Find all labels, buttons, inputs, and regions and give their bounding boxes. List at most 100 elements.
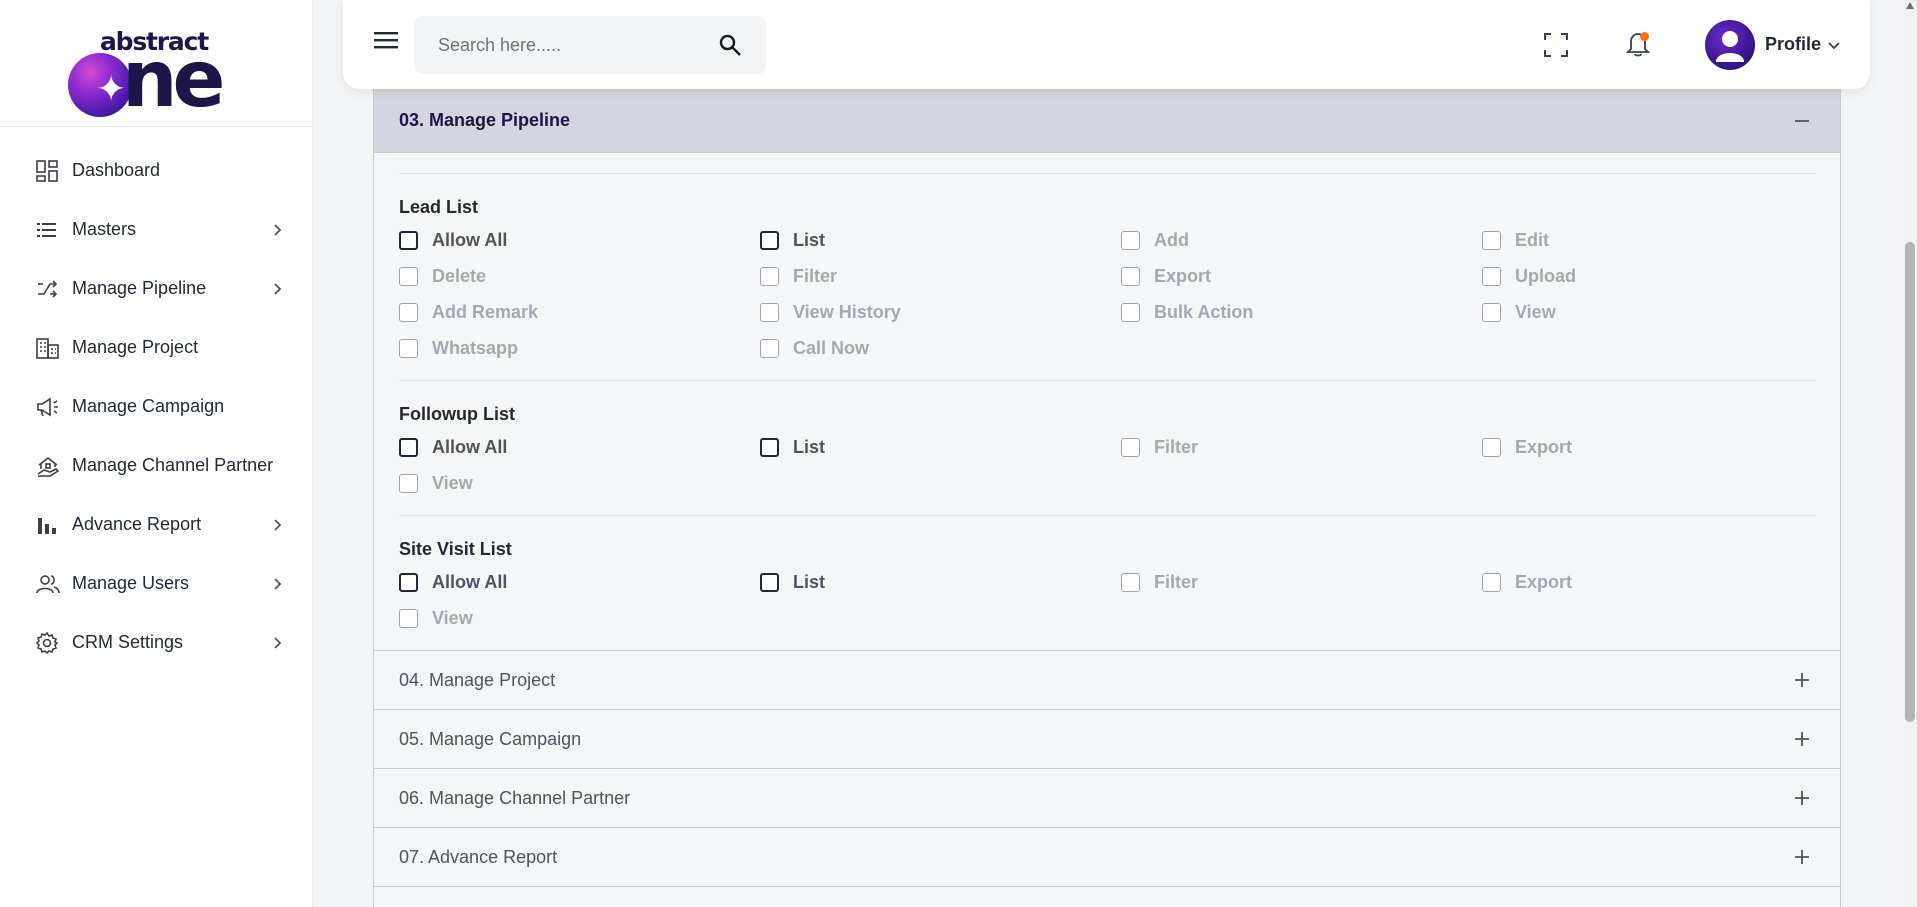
checkbox-export[interactable]: Export [1482, 429, 1815, 465]
logo-area: abstract ✦ ne [0, 0, 312, 127]
checkbox-view[interactable]: View [399, 465, 760, 501]
checkbox-box[interactable] [399, 437, 418, 457]
sidebar-item-dashboard[interactable]: Dashboard [0, 141, 312, 200]
sidebar-item-manage-channel-partner[interactable]: Manage Channel Partner [0, 436, 312, 495]
checkbox-box[interactable] [1482, 437, 1501, 457]
scroll-up-arrow-icon[interactable] [1906, 2, 1914, 9]
checkbox-box[interactable] [399, 572, 418, 592]
plus-icon[interactable] [1794, 790, 1810, 806]
checkbox-label: List [793, 229, 826, 250]
checkbox-allow-all[interactable]: Allow All [399, 222, 760, 258]
sidebar-item-advance-report[interactable]: Advance Report [0, 495, 312, 554]
sidebar-item-manage-project[interactable]: Manage Project [0, 318, 312, 377]
checkbox-box[interactable] [1121, 572, 1140, 592]
fullscreen-icon[interactable] [1543, 32, 1569, 58]
sidebar-item-manage-campaign[interactable]: Manage Campaign [0, 377, 312, 436]
accordion-header-next[interactable] [374, 886, 1840, 907]
brand-logo[interactable]: abstract ✦ ne [56, 13, 256, 119]
checkbox-box[interactable] [1121, 230, 1140, 250]
checkbox-label: View [432, 607, 473, 628]
checkbox-filter[interactable]: Filter [760, 258, 1121, 294]
gear-icon [36, 631, 64, 655]
checkbox-box[interactable] [399, 266, 418, 286]
scrollbar-thumb[interactable] [1905, 242, 1915, 722]
bar-chart-icon [36, 513, 64, 537]
checkbox-list[interactable]: List [760, 222, 1121, 258]
chevron-right-icon [274, 282, 282, 295]
checkbox-filter[interactable]: Filter [1121, 429, 1482, 465]
accordion-title: 07. Advance Report [399, 846, 558, 867]
top-header: Profile [343, 0, 1870, 89]
checkbox-box[interactable] [760, 437, 779, 457]
checkbox-box[interactable] [399, 230, 418, 250]
checkbox-whatsapp[interactable]: Whatsapp [399, 330, 760, 366]
profile-dropdown[interactable]: Profile [1765, 34, 1841, 55]
checkbox-upload[interactable]: Upload [1482, 258, 1815, 294]
checkbox-box[interactable] [760, 302, 779, 322]
section-followup-list: Followup List Allow All List Filter Expo… [399, 380, 1815, 501]
minus-icon[interactable] [1794, 113, 1810, 129]
checkbox-bulk-action[interactable]: Bulk Action [1121, 294, 1482, 330]
chevron-right-icon [274, 518, 282, 531]
checkbox-export[interactable]: Export [1121, 258, 1482, 294]
checkbox-view-history[interactable]: View History [760, 294, 1121, 330]
checkbox-box[interactable] [1482, 266, 1501, 286]
hamburger-menu-icon[interactable] [373, 28, 399, 52]
checkbox-box[interactable] [1482, 230, 1501, 250]
avatar[interactable] [1705, 20, 1755, 70]
checkbox-filter[interactable]: Filter [1121, 564, 1482, 600]
checkbox-list[interactable]: List [760, 564, 1121, 600]
checkbox-label: Add [1154, 229, 1189, 250]
checkbox-box[interactable] [1482, 572, 1501, 592]
checkbox-box[interactable] [1482, 302, 1501, 322]
section-title: Lead List [399, 197, 479, 217]
accordion-header-manage-channel-partner[interactable]: 06. Manage Channel Partner [374, 768, 1840, 827]
checkbox-call-now[interactable]: Call Now [760, 330, 1121, 366]
checkbox-label: Filter [1154, 571, 1199, 592]
checkbox-box[interactable] [760, 338, 779, 358]
accordion-header-advance-report[interactable]: 07. Advance Report [374, 827, 1840, 886]
search-icon[interactable] [718, 33, 742, 57]
checkbox-add[interactable]: Add [1121, 222, 1482, 258]
accordion-header-manage-pipeline[interactable]: 03. Manage Pipeline [374, 89, 1840, 153]
checkbox-allow-all[interactable]: Allow All [399, 564, 760, 600]
checkbox-label: Allow All [432, 229, 508, 250]
checkbox-list[interactable]: List [760, 429, 1121, 465]
sidebar-nav: Dashboard Masters Manage Pipeline Manage… [0, 127, 312, 672]
sidebar-item-label: Manage Project [72, 337, 199, 357]
checkbox-export[interactable]: Export [1482, 564, 1815, 600]
plus-icon[interactable] [1794, 849, 1810, 865]
sidebar-item-crm-settings[interactable]: CRM Settings [0, 613, 312, 672]
checkbox-box[interactable] [760, 572, 779, 592]
checkbox-box[interactable] [760, 230, 779, 250]
checkbox-delete[interactable]: Delete [399, 258, 760, 294]
accordion-title: 06. Manage Channel Partner [399, 787, 631, 808]
checkbox-allow-all[interactable]: Allow All [399, 429, 760, 465]
plus-icon[interactable] [1794, 672, 1810, 688]
checkbox-box[interactable] [399, 473, 418, 493]
page-scrollbar[interactable] [1903, 0, 1917, 907]
checkbox-box[interactable] [399, 338, 418, 358]
checkbox-box[interactable] [760, 266, 779, 286]
checkbox-add-remark[interactable]: Add Remark [399, 294, 760, 330]
checkbox-label: Call Now [793, 337, 870, 358]
checkbox-box[interactable] [399, 302, 418, 322]
checkbox-label: List [793, 436, 826, 457]
sidebar-item-manage-pipeline[interactable]: Manage Pipeline [0, 259, 312, 318]
accordion-header-manage-campaign[interactable]: 05. Manage Campaign [374, 709, 1840, 768]
sidebar-item-label: Advance Report [72, 514, 202, 534]
checkbox-view[interactable]: View [399, 600, 760, 636]
sidebar-item-manage-users[interactable]: Manage Users [0, 554, 312, 613]
search-input[interactable] [414, 16, 704, 74]
checkbox-box[interactable] [1121, 302, 1140, 322]
checkbox-view[interactable]: View [1482, 294, 1815, 330]
checkbox-box[interactable] [1121, 266, 1140, 286]
accordion-title: 03. Manage Pipeline [399, 110, 571, 130]
checkbox-box[interactable] [1121, 437, 1140, 457]
plus-icon[interactable] [1794, 731, 1810, 747]
sidebar-item-label: CRM Settings [72, 632, 184, 652]
checkbox-edit[interactable]: Edit [1482, 222, 1815, 258]
accordion-header-manage-project[interactable]: 04. Manage Project [374, 650, 1840, 709]
sidebar-item-masters[interactable]: Masters [0, 200, 312, 259]
checkbox-box[interactable] [399, 608, 418, 628]
